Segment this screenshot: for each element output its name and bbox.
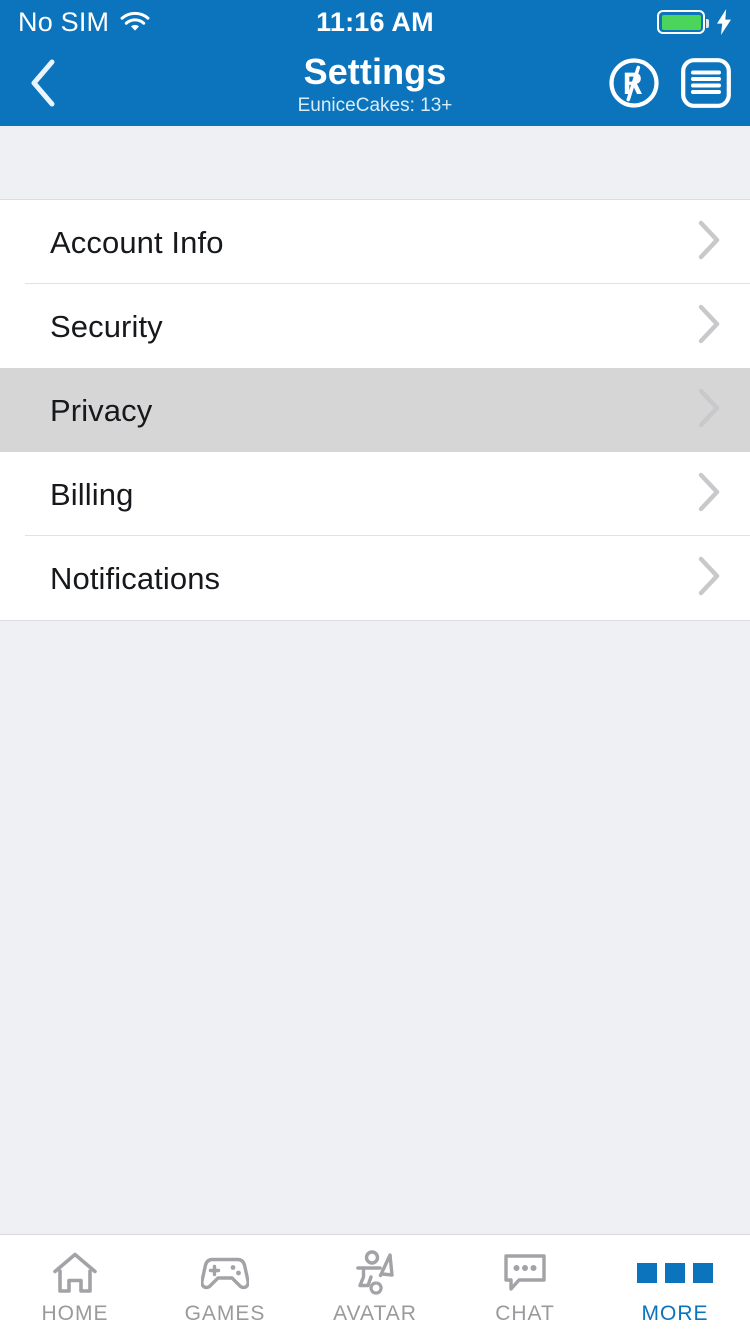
tab-more[interactable]: MORE: [600, 1235, 750, 1334]
settings-row-label: Billing: [50, 476, 134, 512]
tab-label: GAMES: [184, 1301, 266, 1325]
settings-row-label: Privacy: [50, 392, 153, 428]
chevron-right-icon: [696, 219, 722, 266]
chevron-right-icon: [696, 555, 722, 602]
battery-icon: [657, 10, 709, 34]
tab-home[interactable]: HOME: [0, 1235, 150, 1334]
status-bar: No SIM 11:16 AM: [0, 0, 750, 44]
page-title: Settings: [303, 50, 447, 92]
bottom-tab-bar: HOME GAMES AVATAR CHAT MORE: [0, 1234, 750, 1334]
settings-row-security[interactable]: Security: [0, 284, 750, 368]
wifi-icon: [120, 11, 150, 33]
page-subtitle: EuniceCakes: 13+: [297, 94, 453, 116]
chevron-right-icon: [696, 303, 722, 350]
back-button[interactable]: [26, 54, 82, 116]
chevron-left-icon: [26, 57, 60, 114]
status-bar-left: No SIM: [18, 6, 150, 37]
settings-row-account-info[interactable]: Account Info: [0, 200, 750, 284]
tab-avatar[interactable]: AVATAR: [300, 1235, 450, 1334]
tab-label: CHAT: [495, 1301, 555, 1325]
chat-bubble-icon: [502, 1250, 548, 1296]
gamepad-icon: [201, 1250, 249, 1296]
settings-row-label: Account Info: [50, 224, 224, 260]
tab-label: MORE: [641, 1301, 709, 1325]
nav-actions: [608, 57, 732, 114]
list-top-spacer: [0, 126, 750, 200]
lightning-bolt-icon: [709, 9, 732, 35]
tab-label: AVATAR: [333, 1301, 417, 1325]
chevron-right-icon: [696, 387, 722, 434]
roblox-settings-screen: No SIM 11:16 AM Settings EuniceCakes: 13…: [0, 0, 750, 1334]
content-area: Account Info Security Privacy Billing Notifi…: [0, 126, 750, 1234]
home-icon: [52, 1250, 98, 1296]
settings-row-label: Security: [50, 308, 163, 344]
list-menu-icon[interactable]: [680, 57, 732, 114]
status-bar-right: [657, 9, 732, 35]
tab-games[interactable]: GAMES: [150, 1235, 300, 1334]
navigation-bar: Settings EuniceCakes: 13+: [0, 44, 750, 126]
carrier-label: No SIM: [18, 6, 110, 37]
settings-row-notifications[interactable]: Notifications: [0, 536, 750, 620]
settings-row-label: Notifications: [50, 560, 221, 596]
tab-label: HOME: [41, 1301, 109, 1325]
avatar-icon: [353, 1249, 397, 1296]
settings-row-privacy[interactable]: Privacy: [0, 368, 750, 452]
settings-list: Account Info Security Privacy Billing Notifi…: [0, 200, 750, 621]
tab-chat[interactable]: CHAT: [450, 1235, 600, 1334]
settings-row-billing[interactable]: Billing: [0, 452, 750, 536]
robux-icon[interactable]: [608, 57, 660, 114]
empty-space: [0, 621, 750, 1234]
chevron-right-icon: [696, 471, 722, 518]
more-dots-icon: [637, 1250, 713, 1296]
